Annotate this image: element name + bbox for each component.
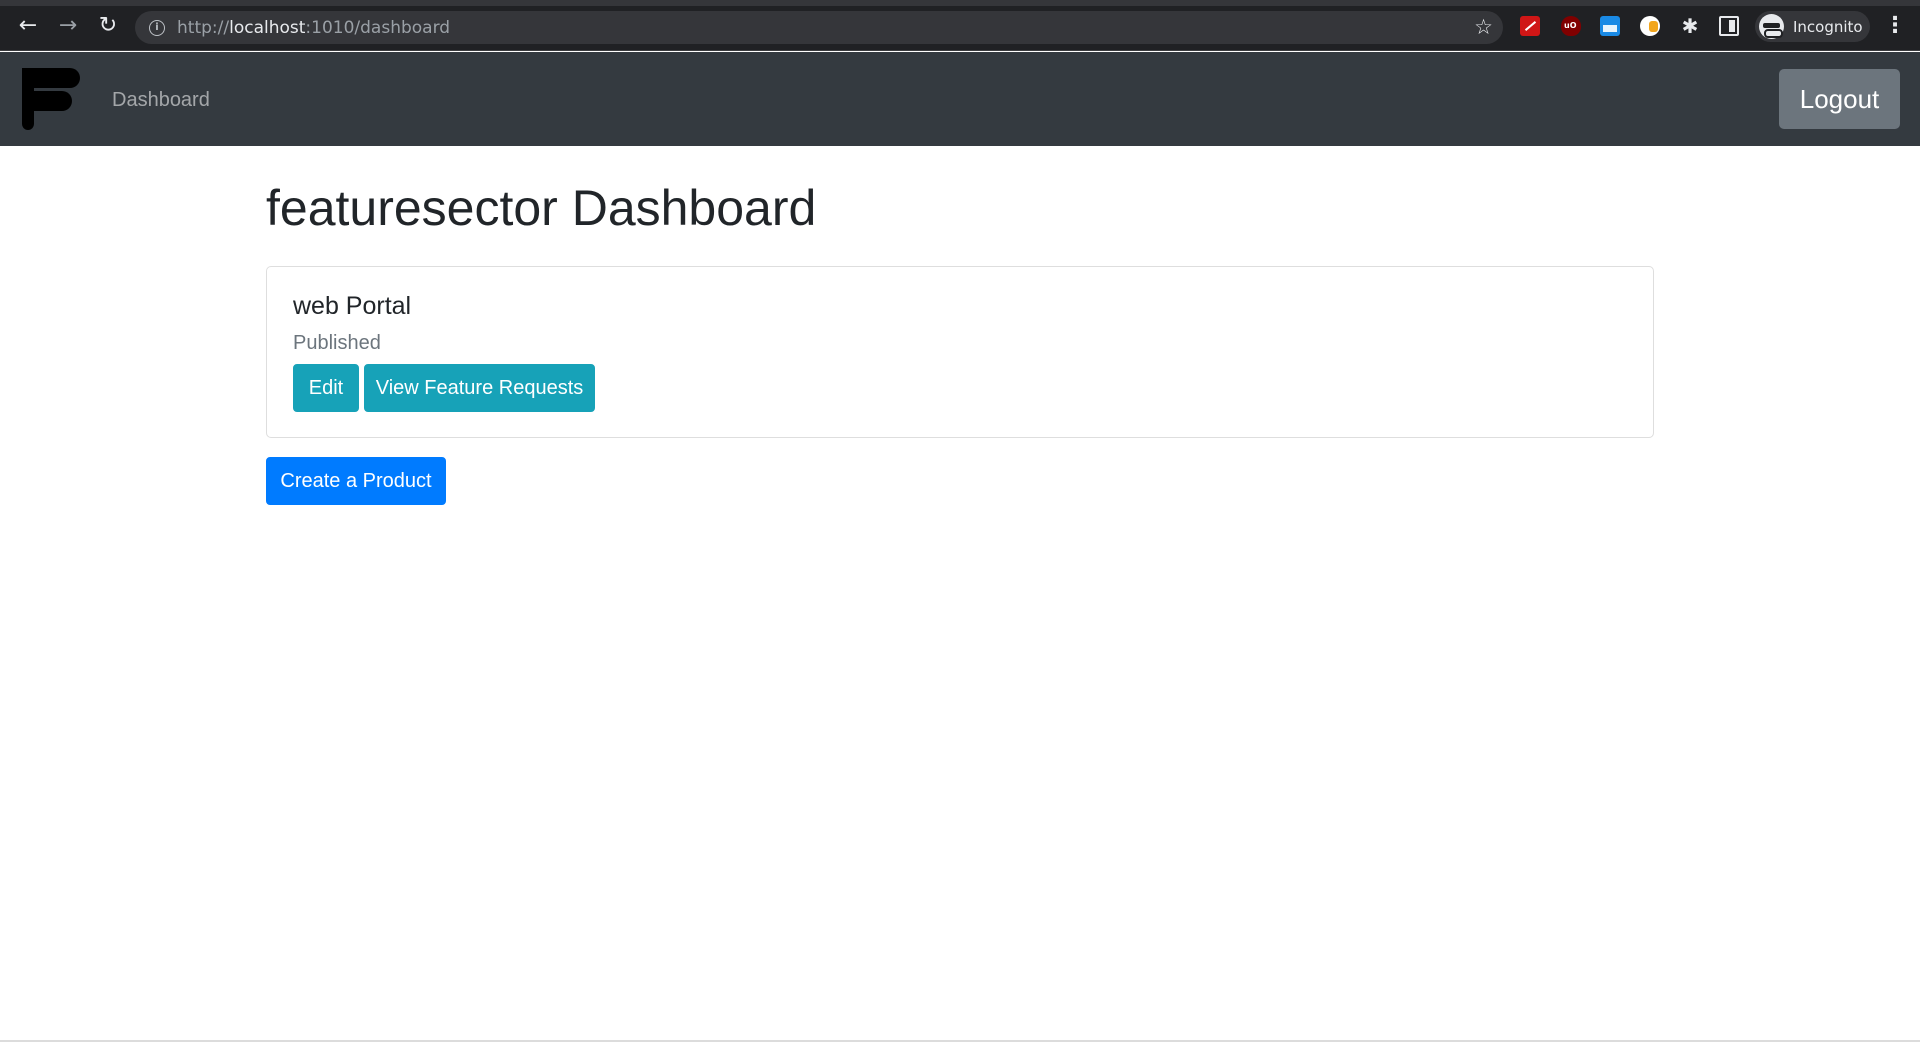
view-feature-requests-button[interactable]: View Feature Requests — [364, 364, 595, 412]
back-icon[interactable]: ← — [14, 12, 42, 40]
url-prefix: http:// — [177, 18, 230, 38]
url-path: :1010/dashboard — [305, 18, 451, 38]
incognito-label: Incognito — [1793, 18, 1863, 36]
incognito-profile-button[interactable]: Incognito — [1755, 11, 1870, 42]
browser-menu-icon[interactable]: ⋮ — [1884, 13, 1906, 39]
url-text[interactable]: http://localhost:1010/dashboard — [177, 18, 450, 38]
create-product-button[interactable]: Create a Product — [266, 457, 446, 505]
browser-chrome: ← → ↻ i http://localhost:1010/dashboard … — [0, 0, 1920, 51]
extensions-puzzle-icon[interactable]: ✱ — [1680, 16, 1700, 36]
tab-strip — [0, 0, 1920, 6]
extension-red-icon[interactable] — [1520, 16, 1540, 36]
ublock-icon[interactable] — [1561, 16, 1581, 36]
site-info-icon[interactable]: i — [149, 20, 165, 36]
bookmark-star-icon[interactable]: ☆ — [1474, 15, 1493, 39]
app-navbar: Dashboard Logout — [0, 52, 1920, 146]
nav-link-dashboard[interactable]: Dashboard — [112, 88, 210, 112]
forward-icon[interactable]: → — [54, 12, 82, 40]
logo-stem — [22, 68, 34, 130]
edit-button[interactable]: Edit — [293, 364, 359, 412]
page-title: featuresector Dashboard — [266, 180, 817, 236]
extension-globe-icon[interactable] — [1640, 16, 1660, 36]
extension-blue-icon[interactable] — [1600, 16, 1620, 36]
featuresector-logo[interactable] — [22, 68, 82, 132]
incognito-icon — [1759, 14, 1784, 39]
product-name: web Portal — [293, 292, 412, 320]
product-status: Published — [293, 332, 381, 354]
address-bar[interactable]: i http://localhost:1010/dashboard ☆ — [135, 11, 1503, 44]
product-card: web Portal Published Edit View Feature R… — [266, 266, 1654, 438]
reading-list-icon[interactable] — [1719, 16, 1739, 36]
logout-button[interactable]: Logout — [1779, 69, 1900, 129]
reload-icon[interactable]: ↻ — [94, 12, 122, 40]
url-host: localhost — [229, 18, 306, 38]
